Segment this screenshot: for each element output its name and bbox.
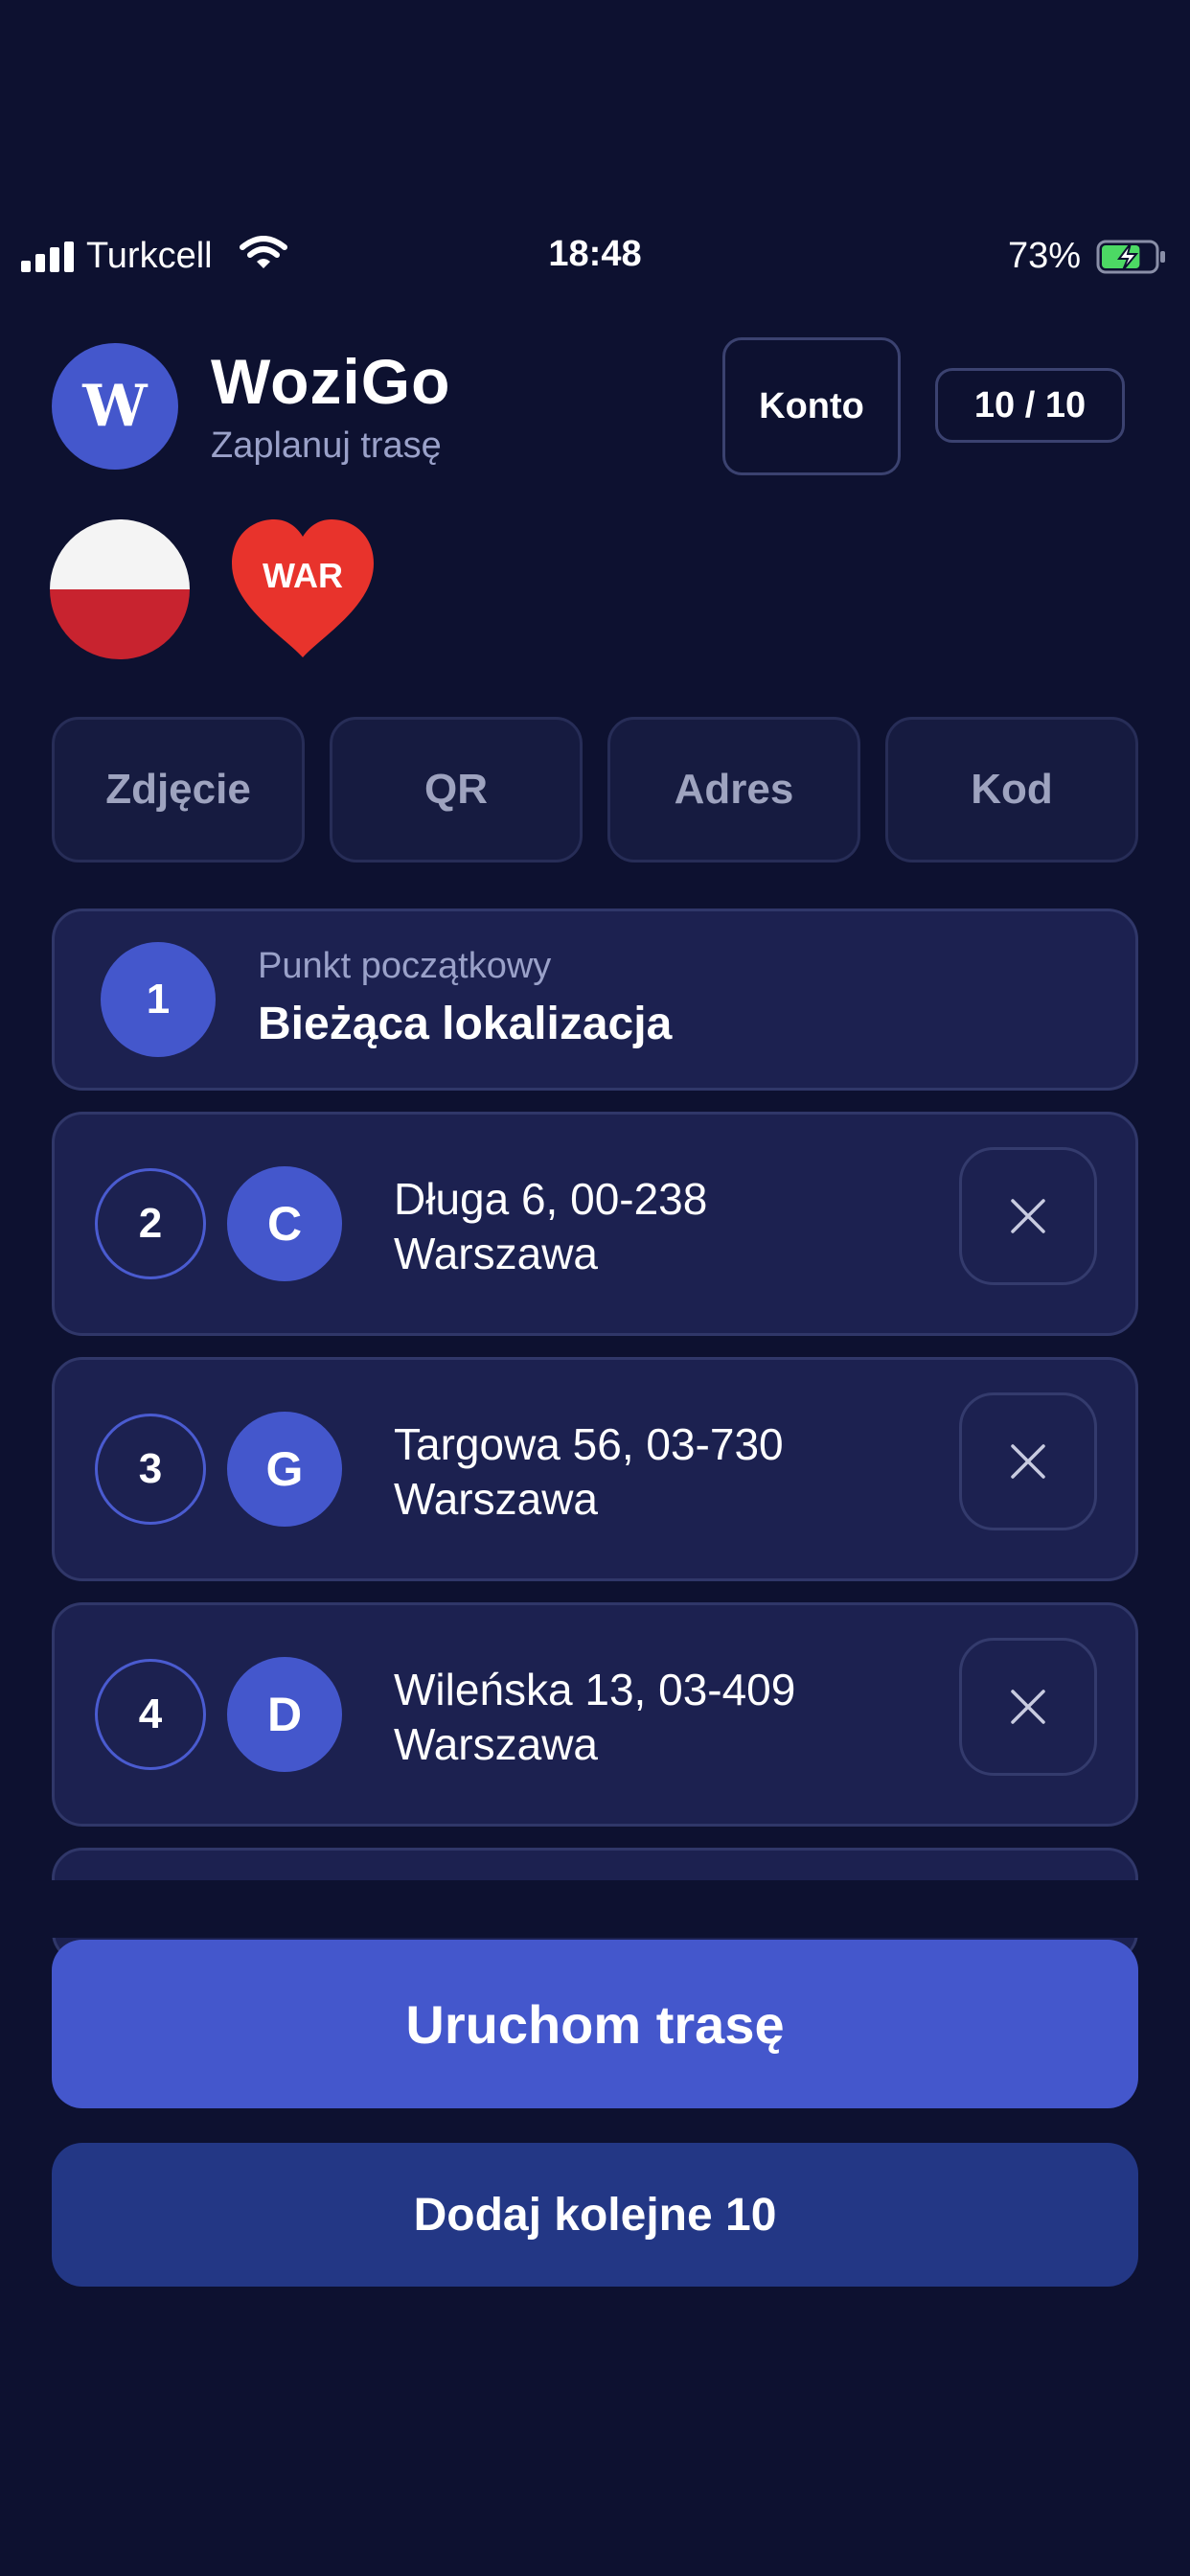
start-route-button[interactable]: Uruchom trasę <box>52 1940 1138 2108</box>
close-icon <box>1011 1199 1045 1233</box>
remove-stop-button[interactable] <box>959 1392 1097 1530</box>
list-scroll-edge <box>0 1880 1190 1938</box>
app-title: WoziGo <box>211 346 451 417</box>
mode-address-button[interactable]: Adres <box>607 717 860 862</box>
city-code-badge: WAR <box>263 556 343 595</box>
battery-charging-icon <box>1096 240 1165 274</box>
app-logo: W <box>52 343 178 470</box>
remove-stop-button[interactable] <box>959 1147 1097 1285</box>
stop-card[interactable]: 4 D Wileńska 13, 03-409 Warszawa <box>52 1602 1138 1827</box>
stop-letter-badge: C <box>227 1166 342 1281</box>
status-bar: Turkcell 18:48 73% <box>0 230 1190 293</box>
start-point-value: Bieżąca lokalizacja <box>258 999 673 1049</box>
stop-card[interactable]: 2 C Długa 6, 00-238 Warszawa <box>52 1112 1138 1336</box>
stop-card[interactable]: 3 G Targowa 56, 03-730 Warszawa <box>52 1357 1138 1581</box>
stop-address-line1: Targowa 56, 03-730 <box>394 1419 784 1469</box>
mode-qr-button[interactable]: QR <box>330 717 583 862</box>
mode-code-button[interactable]: Kod <box>885 717 1138 862</box>
start-point-card[interactable]: 1 Punkt początkowy Bieżąca lokalizacja <box>52 908 1138 1091</box>
stop-letter-badge: G <box>227 1412 342 1527</box>
stop-number: 2 <box>95 1168 206 1279</box>
app-subtitle: Zaplanuj trasę <box>211 426 442 466</box>
close-icon <box>1011 1444 1045 1479</box>
start-point-label: Punkt początkowy <box>258 946 552 986</box>
stop-number: 3 <box>95 1414 206 1525</box>
stop-address-line2: Warszawa <box>394 1229 598 1278</box>
stop-number: 4 <box>95 1659 206 1770</box>
stop-address-line2: Warszawa <box>394 1719 598 1769</box>
remove-stop-button[interactable] <box>959 1638 1097 1776</box>
add-more-button[interactable]: Dodaj kolejne 10 <box>52 2143 1138 2287</box>
stop-address-line1: Długa 6, 00-238 <box>394 1174 708 1224</box>
stop-number: 1 <box>101 942 216 1057</box>
poland-flag-icon[interactable] <box>50 519 190 659</box>
mode-photo-button[interactable]: Zdjęcie <box>52 717 305 862</box>
stop-address-line2: Warszawa <box>394 1474 598 1524</box>
battery-percent: 73% <box>1008 236 1082 276</box>
stop-counter: 10 / 10 <box>935 368 1125 443</box>
account-button[interactable]: Konto <box>722 337 901 475</box>
stop-address-line1: Wileńska 13, 03-409 <box>394 1665 796 1714</box>
close-icon <box>1011 1690 1045 1724</box>
stop-letter-badge: D <box>227 1657 342 1772</box>
